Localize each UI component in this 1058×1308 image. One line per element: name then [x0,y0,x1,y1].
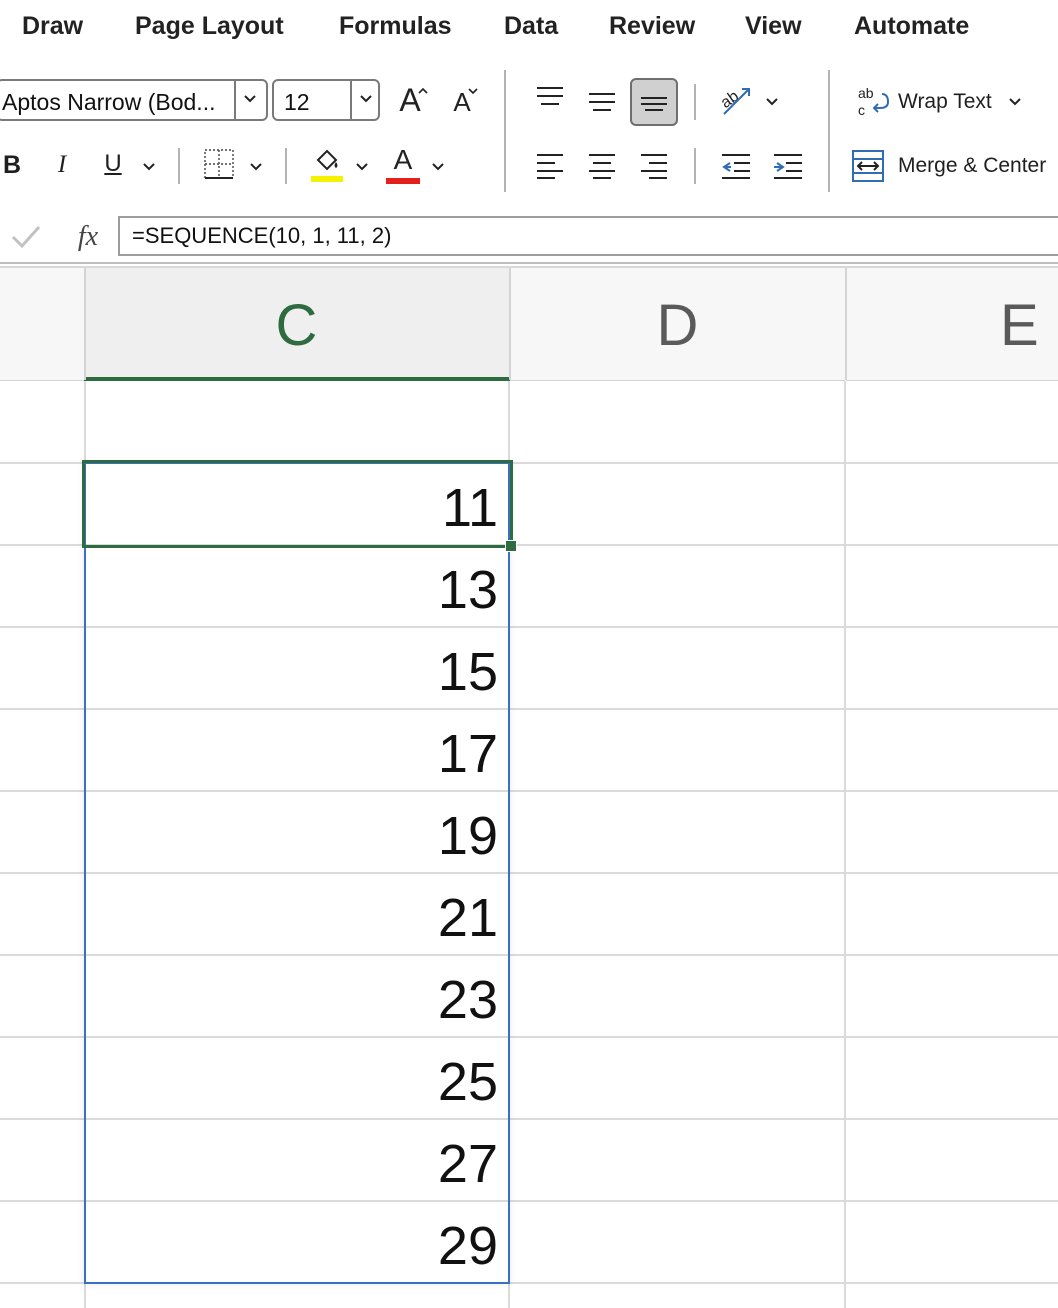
italic-button[interactable]: I [50,148,74,182]
cell-c5[interactable]: 17 [90,723,498,785]
underline-button[interactable]: U [100,146,126,182]
cell-c4[interactable]: 15 [90,641,498,703]
align-bottom-icon [641,97,667,111]
ribbon-divider [694,84,696,120]
align-right-icon[interactable] [639,152,669,180]
ribbon-divider [694,148,696,184]
decrease-indent-icon[interactable] [720,152,752,180]
caret-down-icon [468,88,478,95]
font-name-select[interactable]: Aptos Narrow (Bod... [0,79,268,121]
align-center-icon[interactable] [587,152,617,180]
font-color-button[interactable]: A [386,144,420,184]
orientation-icon[interactable]: ab [718,82,756,118]
tab-review[interactable]: Review [609,12,695,41]
cell-c11[interactable]: 29 [90,1215,498,1277]
font-color-glyph: A [393,144,413,175]
align-top-icon[interactable] [535,86,565,110]
decrease-font-size-button[interactable]: A [446,84,478,120]
borders-icon[interactable] [203,148,235,180]
borders-chevron-icon[interactable] [248,158,264,179]
cell-c9[interactable]: 25 [90,1051,498,1113]
wrap-text-label: Wrap Text [898,90,992,113]
fill-color-button[interactable] [310,146,344,184]
wrap-text-icon: ab c [858,85,890,118]
font-name-divider [234,81,236,119]
chevron-down-icon [242,90,258,111]
align-middle-icon[interactable] [587,90,617,114]
orientation-chevron-icon[interactable] [764,93,780,114]
align-bottom-button[interactable] [630,78,678,126]
tab-draw[interactable]: Draw [22,12,83,41]
merge-center-label: Merge & Center [898,154,1047,177]
fx-button[interactable]: fx [68,218,108,256]
increase-font-size-button[interactable]: A [392,80,428,120]
formula-bar: fx =SEQUENCE(10, 1, 11, 2) [0,208,1058,266]
bold-button[interactable]: B [0,148,24,182]
increase-indent-icon[interactable] [772,152,804,180]
ribbon-toolbar: Aptos Narrow (Bod... 12 A A B I U A ab a… [0,60,1058,208]
tab-formulas[interactable]: Formulas [339,12,452,41]
svg-text:c: c [858,102,865,118]
checkmark-icon[interactable] [10,222,42,252]
column-letter-c: C [275,293,318,358]
font-size-select[interactable]: 12 [272,79,380,121]
cell-c10[interactable]: 27 [90,1133,498,1195]
font-name-value: Aptos Narrow (Bod... [2,89,216,115]
chevron-down-icon [1007,93,1023,114]
caret-up-icon [418,87,428,94]
svg-text:ab: ab [858,85,874,101]
font-size-divider [350,81,352,119]
column-header-d[interactable]: D [510,268,845,381]
fill-handle[interactable] [505,540,517,552]
chevron-down-icon [358,90,374,111]
cell-c3[interactable]: 13 [90,559,498,621]
cell-c8[interactable]: 23 [90,969,498,1031]
merge-cells-icon [852,150,884,182]
ribbon-group-divider [504,70,506,192]
gridline [844,381,846,1308]
column-header-e[interactable]: E [846,268,1058,381]
font-color-swatch [386,178,420,184]
ribbon-tabs: Draw Page Layout Formulas Data Review Vi… [0,0,1058,60]
tab-data[interactable]: Data [504,12,558,41]
merge-center-button[interactable]: Merge & Center [852,146,1058,186]
tab-page-layout[interactable]: Page Layout [135,12,284,41]
paint-bucket-icon [311,149,343,182]
align-left-icon[interactable] [535,152,565,180]
font-size-value: 12 [284,89,310,115]
header-divider [845,268,847,380]
cell-c2[interactable]: 11 [90,477,498,539]
column-header-c[interactable]: C [84,268,509,381]
tab-view[interactable]: View [745,12,802,41]
cell-c7[interactable]: 21 [90,887,498,949]
worksheet-grid[interactable]: 11 13 15 17 19 21 23 25 27 29 [0,381,1058,1308]
corner-header [0,268,84,381]
wrap-text-button[interactable]: ab c Wrap Text [852,82,1032,122]
ribbon-divider [285,148,287,184]
formula-input[interactable]: =SEQUENCE(10, 1, 11, 2) [118,216,1058,256]
fill-color-chevron-icon[interactable] [354,158,370,179]
cell-c6[interactable]: 19 [90,805,498,867]
header-divider [509,268,511,380]
header-divider [84,268,86,380]
formula-bar-border [0,262,1058,264]
font-color-chevron-icon[interactable] [430,158,446,179]
ribbon-group-divider [828,70,830,192]
underline-options-chevron-icon[interactable] [141,158,157,179]
ribbon-divider [178,148,180,184]
formula-text: =SEQUENCE(10, 1, 11, 2) [132,223,392,248]
column-letter-e: E [1000,293,1039,358]
tab-automate[interactable]: Automate [854,12,969,41]
column-letter-d: D [656,293,699,358]
